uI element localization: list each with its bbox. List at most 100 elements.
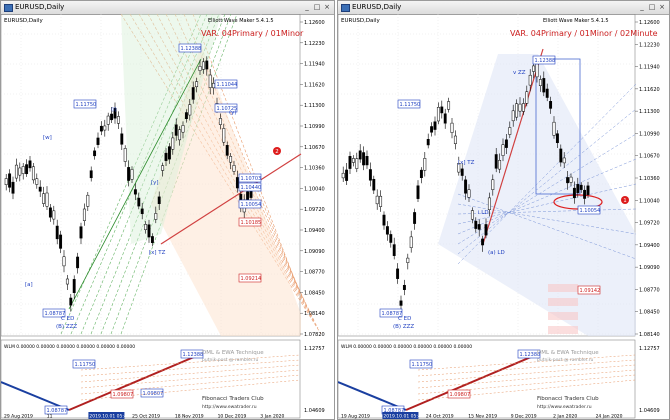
candle (218, 118, 222, 125)
sub-indicator-label: WLM 0.00000 0.00000 0.00000 0.00000 0.00… (341, 344, 472, 350)
price-tick-label: 1.11620 (304, 82, 325, 88)
candle (487, 197, 491, 210)
wave-label: (i) (111, 107, 117, 113)
close-icon[interactable]: × (657, 2, 667, 12)
watermark: putnik-post @ rambler.ru (537, 357, 593, 363)
price-tick-label: 1.12600 (304, 20, 325, 26)
price-box-label: 1.09142 (580, 288, 601, 294)
candle (164, 152, 168, 161)
candle (579, 184, 583, 190)
price-box-label: 1.11750 (76, 102, 97, 108)
candle (154, 213, 158, 220)
candle (116, 116, 120, 124)
chart-icon (341, 4, 350, 12)
wave-title: VAR. 04Primary / 01Minor / 02Minute (510, 29, 658, 38)
maximize-icon[interactable]: □ (647, 2, 657, 12)
sub-price-box-label: 1.09807 (450, 392, 471, 398)
candle (4, 178, 8, 185)
price-tick-label: 1.09720 (639, 221, 660, 227)
candle (35, 178, 39, 185)
candle (144, 224, 148, 230)
candle (65, 278, 69, 285)
candle (21, 166, 25, 174)
sub-indicator-label: WLM 0.00000 0.00000 0.00000 0.00000 0.00… (4, 344, 135, 350)
price-tick-label: 1.08140 (639, 332, 660, 338)
date-tick-label: 3 Jan 2020 (260, 414, 284, 420)
candle (460, 168, 464, 176)
chart-icon (4, 4, 13, 12)
fib-zone (548, 298, 578, 306)
candle (494, 154, 498, 169)
price-chart[interactable]: 1.12600 1.12230 1.11940 1.11620 1.11300 1.109… (1, 14, 334, 419)
window-titlebar[interactable]: EURUSD,Daily _ □ × (1, 1, 334, 15)
date-tick-label: 25 Oct 2019 (132, 414, 160, 420)
wave-label: [y] (151, 180, 159, 186)
price-chart[interactable]: 1.12600 1.12230 1.11940 1.11620 1.11300 1.109… (338, 14, 669, 419)
candle (436, 107, 440, 122)
price-box-label: 1.10054 (241, 202, 262, 208)
candle (511, 110, 515, 122)
candle (538, 79, 542, 86)
price-tick-label: 1.09400 (639, 243, 660, 249)
candle (184, 112, 188, 120)
candle (18, 167, 22, 176)
candle (120, 133, 124, 145)
price-tick-label: 1.11940 (639, 65, 660, 71)
candle (416, 185, 420, 199)
candle (161, 165, 165, 171)
candle (453, 135, 457, 144)
candle (52, 210, 56, 220)
candle (195, 81, 199, 88)
candle (140, 208, 144, 215)
candle (201, 61, 205, 70)
wave-label: [w] (43, 135, 52, 141)
candle (555, 133, 559, 144)
candle (69, 297, 73, 306)
price-tick-label: 1.10990 (304, 124, 325, 130)
candle (515, 103, 519, 118)
minimize-icon[interactable]: _ (637, 2, 647, 12)
wave-label: C ED (398, 316, 411, 322)
candle (79, 226, 83, 239)
window-titlebar[interactable]: EURUSD,Daily _ □ × (338, 1, 669, 15)
candle (470, 210, 474, 220)
candle (86, 194, 90, 207)
date-tick-label: 10 Dec 2019 (218, 414, 247, 420)
watermark: http://www.ewatrader.ru (537, 404, 592, 410)
candle (76, 256, 80, 269)
wave-label: (a) LD (488, 250, 505, 256)
candle (8, 173, 12, 188)
minimize-icon[interactable]: _ (302, 2, 312, 12)
wave-label: [x] TZ (149, 250, 166, 256)
wave-label: i LD (478, 210, 489, 216)
candle (351, 158, 355, 163)
candle (38, 186, 42, 192)
sub-price-box-label: 1.09807 (113, 392, 134, 398)
candle (174, 124, 178, 136)
candle (504, 139, 508, 148)
price-tick-label: 1.10990 (639, 131, 660, 137)
price-tick-label: 1.08140 (304, 311, 325, 317)
candle (559, 148, 563, 163)
window-title: EURUSD,Daily (352, 3, 402, 11)
sub-scale-label: 1.04609 (304, 408, 325, 414)
candle (82, 208, 86, 221)
candle (508, 127, 512, 135)
price-tick-label: 1.12230 (304, 41, 325, 47)
candle (385, 226, 389, 235)
close-icon[interactable]: × (322, 2, 332, 12)
watermark: putnik-post @ rambler.ru (202, 357, 258, 363)
candle (99, 125, 103, 132)
candle (402, 284, 406, 290)
candle (447, 101, 451, 110)
candle (127, 167, 131, 181)
candle (491, 179, 495, 190)
watermark: Fibonacci Traders Club (537, 396, 599, 402)
maximize-icon[interactable]: □ (312, 2, 322, 12)
candle (232, 165, 236, 172)
date-tick-label: 24 Oct 2019 (426, 414, 454, 420)
candle (572, 187, 576, 199)
chart-window-right[interactable]: EURUSD,Daily _ □ × 1.12600 1.12230 1.11940 1.… (337, 0, 670, 420)
candle (576, 184, 580, 193)
chart-window-left[interactable]: EURUSD,Daily _ □ × 1.12600 1.12230 1.11940 1.… (0, 0, 335, 420)
